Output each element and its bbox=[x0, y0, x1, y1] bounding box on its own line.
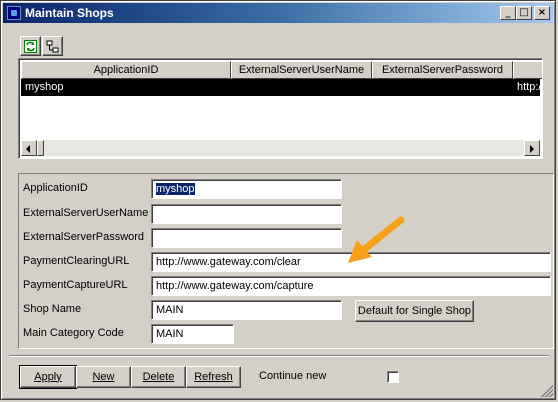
resize-grip[interactable] bbox=[541, 385, 553, 397]
label-applicationid: ApplicationID bbox=[23, 182, 88, 194]
refresh-tool-button[interactable] bbox=[20, 36, 41, 56]
tree-tool-button[interactable] bbox=[42, 36, 63, 56]
arrow-right-icon bbox=[530, 145, 534, 153]
applicationid-field[interactable]: myshop bbox=[151, 179, 342, 199]
delete-button[interactable]: Delete bbox=[131, 366, 186, 388]
apply-label: Apply bbox=[34, 370, 62, 383]
label-main-category-code: Main Category Code bbox=[23, 327, 124, 339]
refresh-label: Refresh bbox=[194, 370, 233, 383]
horizontal-scrollbar[interactable] bbox=[21, 140, 540, 156]
shops-grid[interactable]: ApplicationID ExternalServerUserName Ext… bbox=[18, 58, 543, 159]
column-header-paymentclearingurl[interactable] bbox=[513, 61, 542, 79]
table-row[interactable]: myshop http:/ bbox=[21, 79, 542, 96]
externalserverusername-field[interactable] bbox=[151, 204, 342, 224]
scroll-right-button[interactable] bbox=[524, 140, 540, 156]
label-paymentcaptureurl: PaymentCaptureURL bbox=[23, 279, 128, 291]
refresh-icon bbox=[24, 40, 37, 53]
maximize-button[interactable]: □ bbox=[516, 6, 532, 20]
paymentclearingurl-value: http://www.gateway.com/clear bbox=[156, 256, 301, 268]
new-label: New bbox=[92, 370, 115, 383]
cell-applicationid: myshop bbox=[25, 81, 64, 93]
delete-label: Delete bbox=[142, 370, 175, 383]
label-shop-name: Shop Name bbox=[23, 303, 82, 315]
scroll-thumb[interactable] bbox=[37, 140, 44, 156]
shop-name-field[interactable]: MAIN bbox=[151, 300, 342, 320]
arrow-left-icon bbox=[26, 145, 30, 153]
paymentcaptureurl-value: http://www.gateway.com/capture bbox=[156, 280, 314, 292]
continue-new-label: Continue new bbox=[259, 370, 327, 382]
label-externalserverpassword: ExternalServerPassword bbox=[23, 231, 145, 243]
cell-paymentclearingurl: http:/ bbox=[517, 81, 542, 93]
annotation-arrow-icon bbox=[348, 216, 405, 263]
apply-button[interactable]: Apply bbox=[19, 365, 77, 389]
close-button[interactable]: × bbox=[534, 6, 550, 20]
label-externalserverusername: ExternalServerUserName bbox=[23, 207, 149, 219]
main-category-code-field[interactable]: MAIN bbox=[151, 324, 234, 344]
title-bar[interactable]: Maintain Shops _ □ × bbox=[3, 3, 553, 23]
maintain-shops-window: Maintain Shops _ □ × ApplicationID Exter… bbox=[0, 0, 556, 400]
window-title: Maintain Shops bbox=[25, 6, 114, 20]
applicationid-value: myshop bbox=[156, 183, 195, 195]
default-for-single-shop-button[interactable]: Default for Single Shop bbox=[355, 300, 474, 322]
new-button[interactable]: New bbox=[76, 366, 131, 388]
column-header-externalserverusername[interactable]: ExternalServerUserName bbox=[231, 61, 372, 79]
continue-new-checkbox[interactable] bbox=[387, 371, 399, 383]
paymentcaptureurl-field[interactable]: http://www.gateway.com/capture bbox=[151, 276, 551, 296]
scroll-left-button[interactable] bbox=[21, 140, 37, 156]
column-header-externalserverpassword[interactable]: ExternalServerPassword bbox=[372, 61, 513, 79]
column-header-applicationid[interactable]: ApplicationID bbox=[21, 61, 231, 79]
app-icon bbox=[7, 6, 21, 20]
minimize-button[interactable]: _ bbox=[500, 6, 516, 20]
main-category-code-value: MAIN bbox=[156, 328, 184, 340]
label-paymentclearingurl: PaymentClearingURL bbox=[23, 255, 130, 267]
shop-name-value: MAIN bbox=[156, 304, 184, 316]
externalserverpassword-field[interactable] bbox=[151, 228, 342, 248]
tree-icon bbox=[46, 40, 59, 53]
separator bbox=[9, 355, 549, 357]
refresh-button[interactable]: Refresh bbox=[186, 366, 241, 388]
